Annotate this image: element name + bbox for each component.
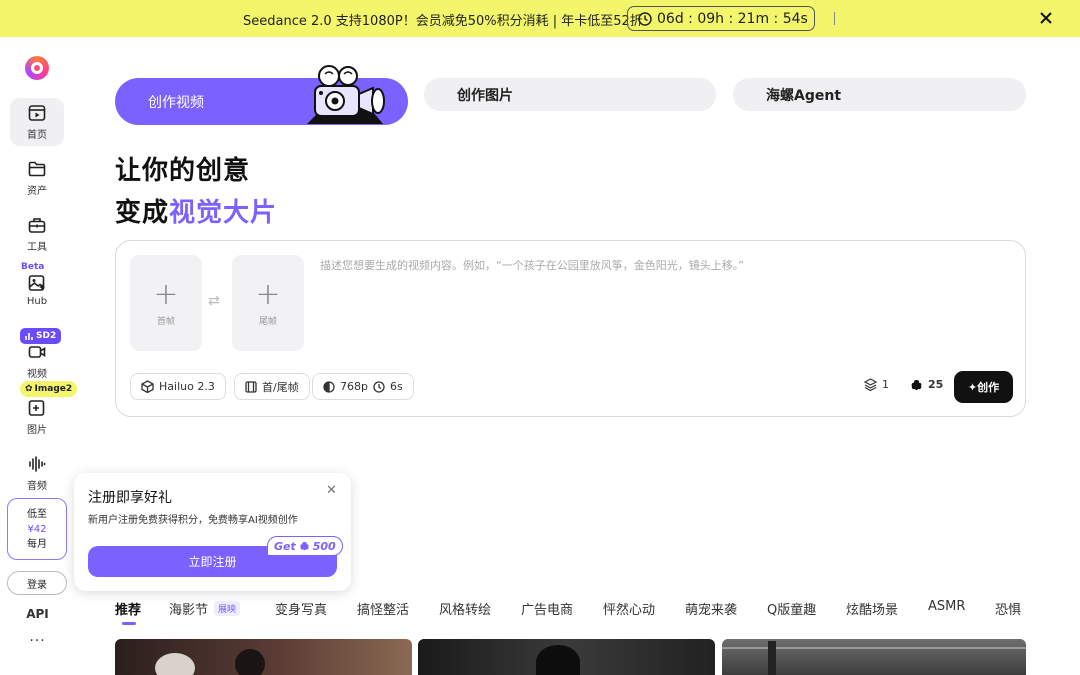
video-thumbnail[interactable] (722, 639, 1026, 675)
popup-description: 新用户注册免费获得积分，免费畅享AI视频创作 (88, 515, 298, 526)
promo-divider (834, 12, 835, 25)
first-frame-upload[interactable]: + 首帧 (130, 255, 202, 351)
headline-highlight: 视觉大片 (169, 198, 278, 228)
thumbnail-detail (768, 641, 776, 675)
category-tab[interactable]: ASMR (928, 599, 965, 614)
sparkle-icon: ✦ (967, 380, 978, 394)
create-button[interactable]: ✦ 创作 (954, 371, 1013, 403)
countdown-timer: 06d : 09h : 21m : 54s (627, 6, 815, 31)
category-tab[interactable]: 炫酷场景 (846, 599, 898, 618)
play-square-icon (28, 104, 46, 121)
signup-popup: 注册即享好礼 ✕ 新用户注册免费获得积分，免费畅享AI视频创作 立即注册 Get… (74, 473, 351, 591)
prompt-input[interactable]: 描述您想要生成的视频内容。例如，“一个孩子在公园里放风筝，金色阳光，镜头上移。” (320, 257, 744, 273)
login-button[interactable]: 登录 (7, 571, 67, 595)
more-menu-icon[interactable]: ··· (0, 633, 75, 649)
sidebar-item-label: 图片 (27, 424, 47, 436)
credit-icon (911, 379, 922, 390)
headline-line1: 让你的创意 (115, 156, 251, 186)
sidebar-item-video[interactable]: 视频 (10, 337, 64, 385)
promo-banner[interactable]: Seedance 2.0 支持1080P！会员减免50%积分消耗 | 年卡低至5… (0, 0, 1080, 37)
image-sparkle-icon (28, 274, 45, 291)
sidebar-item-image[interactable]: 图片 (10, 393, 64, 441)
category-tab[interactable]: 怦然心动 (603, 599, 655, 618)
api-link[interactable]: API (0, 607, 75, 621)
quantity-selector[interactable]: 1 (864, 378, 889, 391)
pricing-promo[interactable]: 低至 ¥42 每月 (7, 498, 67, 560)
cube-icon (141, 380, 154, 393)
close-icon[interactable] (1038, 10, 1054, 26)
category-tab[interactable]: 风格转绘 (439, 599, 491, 618)
tab-create-image[interactable]: 创作图片 (424, 78, 716, 111)
frame-mode-selector[interactable]: 首/尾帧 (234, 373, 310, 400)
category-tab[interactable]: 变身写真 (275, 599, 327, 618)
category-tab[interactable]: 推荐 (115, 599, 141, 618)
category-tab[interactable]: 海影节 展映 (169, 599, 241, 618)
tab-agent[interactable]: 海螺Agent (733, 78, 1026, 111)
last-frame-upload[interactable]: + 尾帧 (232, 255, 304, 351)
premiere-tag: 展映 (214, 601, 241, 616)
sidebar-item-label: 资产 (27, 185, 47, 197)
popup-title: 注册即享好礼 (88, 490, 172, 506)
video-thumbnail[interactable] (115, 639, 412, 675)
plus-icon: + (153, 276, 179, 312)
category-tab[interactable]: 恐惧 (995, 599, 1021, 618)
close-icon[interactable]: ✕ (326, 483, 337, 498)
sidebar-item-audio[interactable]: 音频 (10, 449, 64, 497)
category-tabs: 推荐 海影节 展映 变身写真 搞怪整活 风格转绘 广告电商 怦然心动 萌宠来袭 Q… (115, 599, 1027, 619)
audio-wave-icon (29, 455, 46, 472)
clock-icon (638, 11, 652, 26)
category-tab[interactable]: Q版童趣 (767, 599, 816, 618)
sidebar-item-label: 视频 (27, 368, 47, 380)
credit-icon (300, 541, 309, 551)
thumbnail-detail (235, 649, 265, 675)
clock-icon (373, 380, 385, 393)
promo-text[interactable]: Seedance 2.0 支持1080P！会员减免50%积分消耗 | 年卡低至5… (243, 10, 643, 29)
sidebar-item-label: 音频 (27, 480, 47, 492)
settings-selector[interactable]: 768p 6s (312, 373, 414, 400)
headline-line2: 变成视觉大片 (115, 198, 278, 228)
thumbnail-detail (155, 653, 195, 675)
folder-icon (28, 161, 46, 176)
category-tab[interactable]: 广告电商 (521, 599, 573, 618)
video-thumbnail[interactable] (418, 639, 715, 675)
sidebar-item-label: 工具 (27, 241, 47, 253)
sidebar: 首页 资产 工具 Beta Hub SD2 视频 ✿ Image2 图片 音频 … (0, 37, 78, 675)
layers-icon (864, 378, 877, 391)
swap-icon[interactable]: ⇄ (208, 293, 220, 309)
plus-icon: + (255, 276, 281, 312)
countdown-text: 06d : 09h : 21m : 54s (657, 10, 808, 27)
image-plus-icon (28, 399, 45, 416)
model-selector[interactable]: Hailuo 2.3 (130, 373, 226, 400)
resolution-icon (323, 380, 335, 393)
toolbox-icon (28, 217, 46, 233)
sidebar-item-hub[interactable]: Hub (10, 266, 64, 314)
camera-illustration-icon (307, 65, 385, 124)
category-tab[interactable]: 搞怪整活 (357, 599, 409, 618)
app-logo[interactable] (25, 56, 49, 80)
thumbnail-detail (536, 645, 580, 675)
prompt-composer: + 首帧 ⇄ + 尾帧 描述您想要生成的视频内容。例如，“一个孩子在公园里放风筝… (115, 240, 1026, 417)
video-icon (28, 345, 46, 358)
active-tab-indicator (122, 622, 136, 625)
sidebar-item-label: 首页 (27, 129, 47, 141)
sidebar-item-tools[interactable]: 工具 (10, 210, 64, 258)
sidebar-item-label: Hub (26, 295, 48, 307)
sidebar-item-home[interactable]: 首页 (10, 98, 64, 146)
film-icon (245, 380, 257, 393)
bonus-badge: Get 500 (267, 536, 343, 556)
sidebar-item-assets[interactable]: 资产 (10, 154, 64, 202)
category-tab[interactable]: 萌宠来袭 (685, 599, 737, 618)
credit-cost: 25 (910, 378, 943, 391)
